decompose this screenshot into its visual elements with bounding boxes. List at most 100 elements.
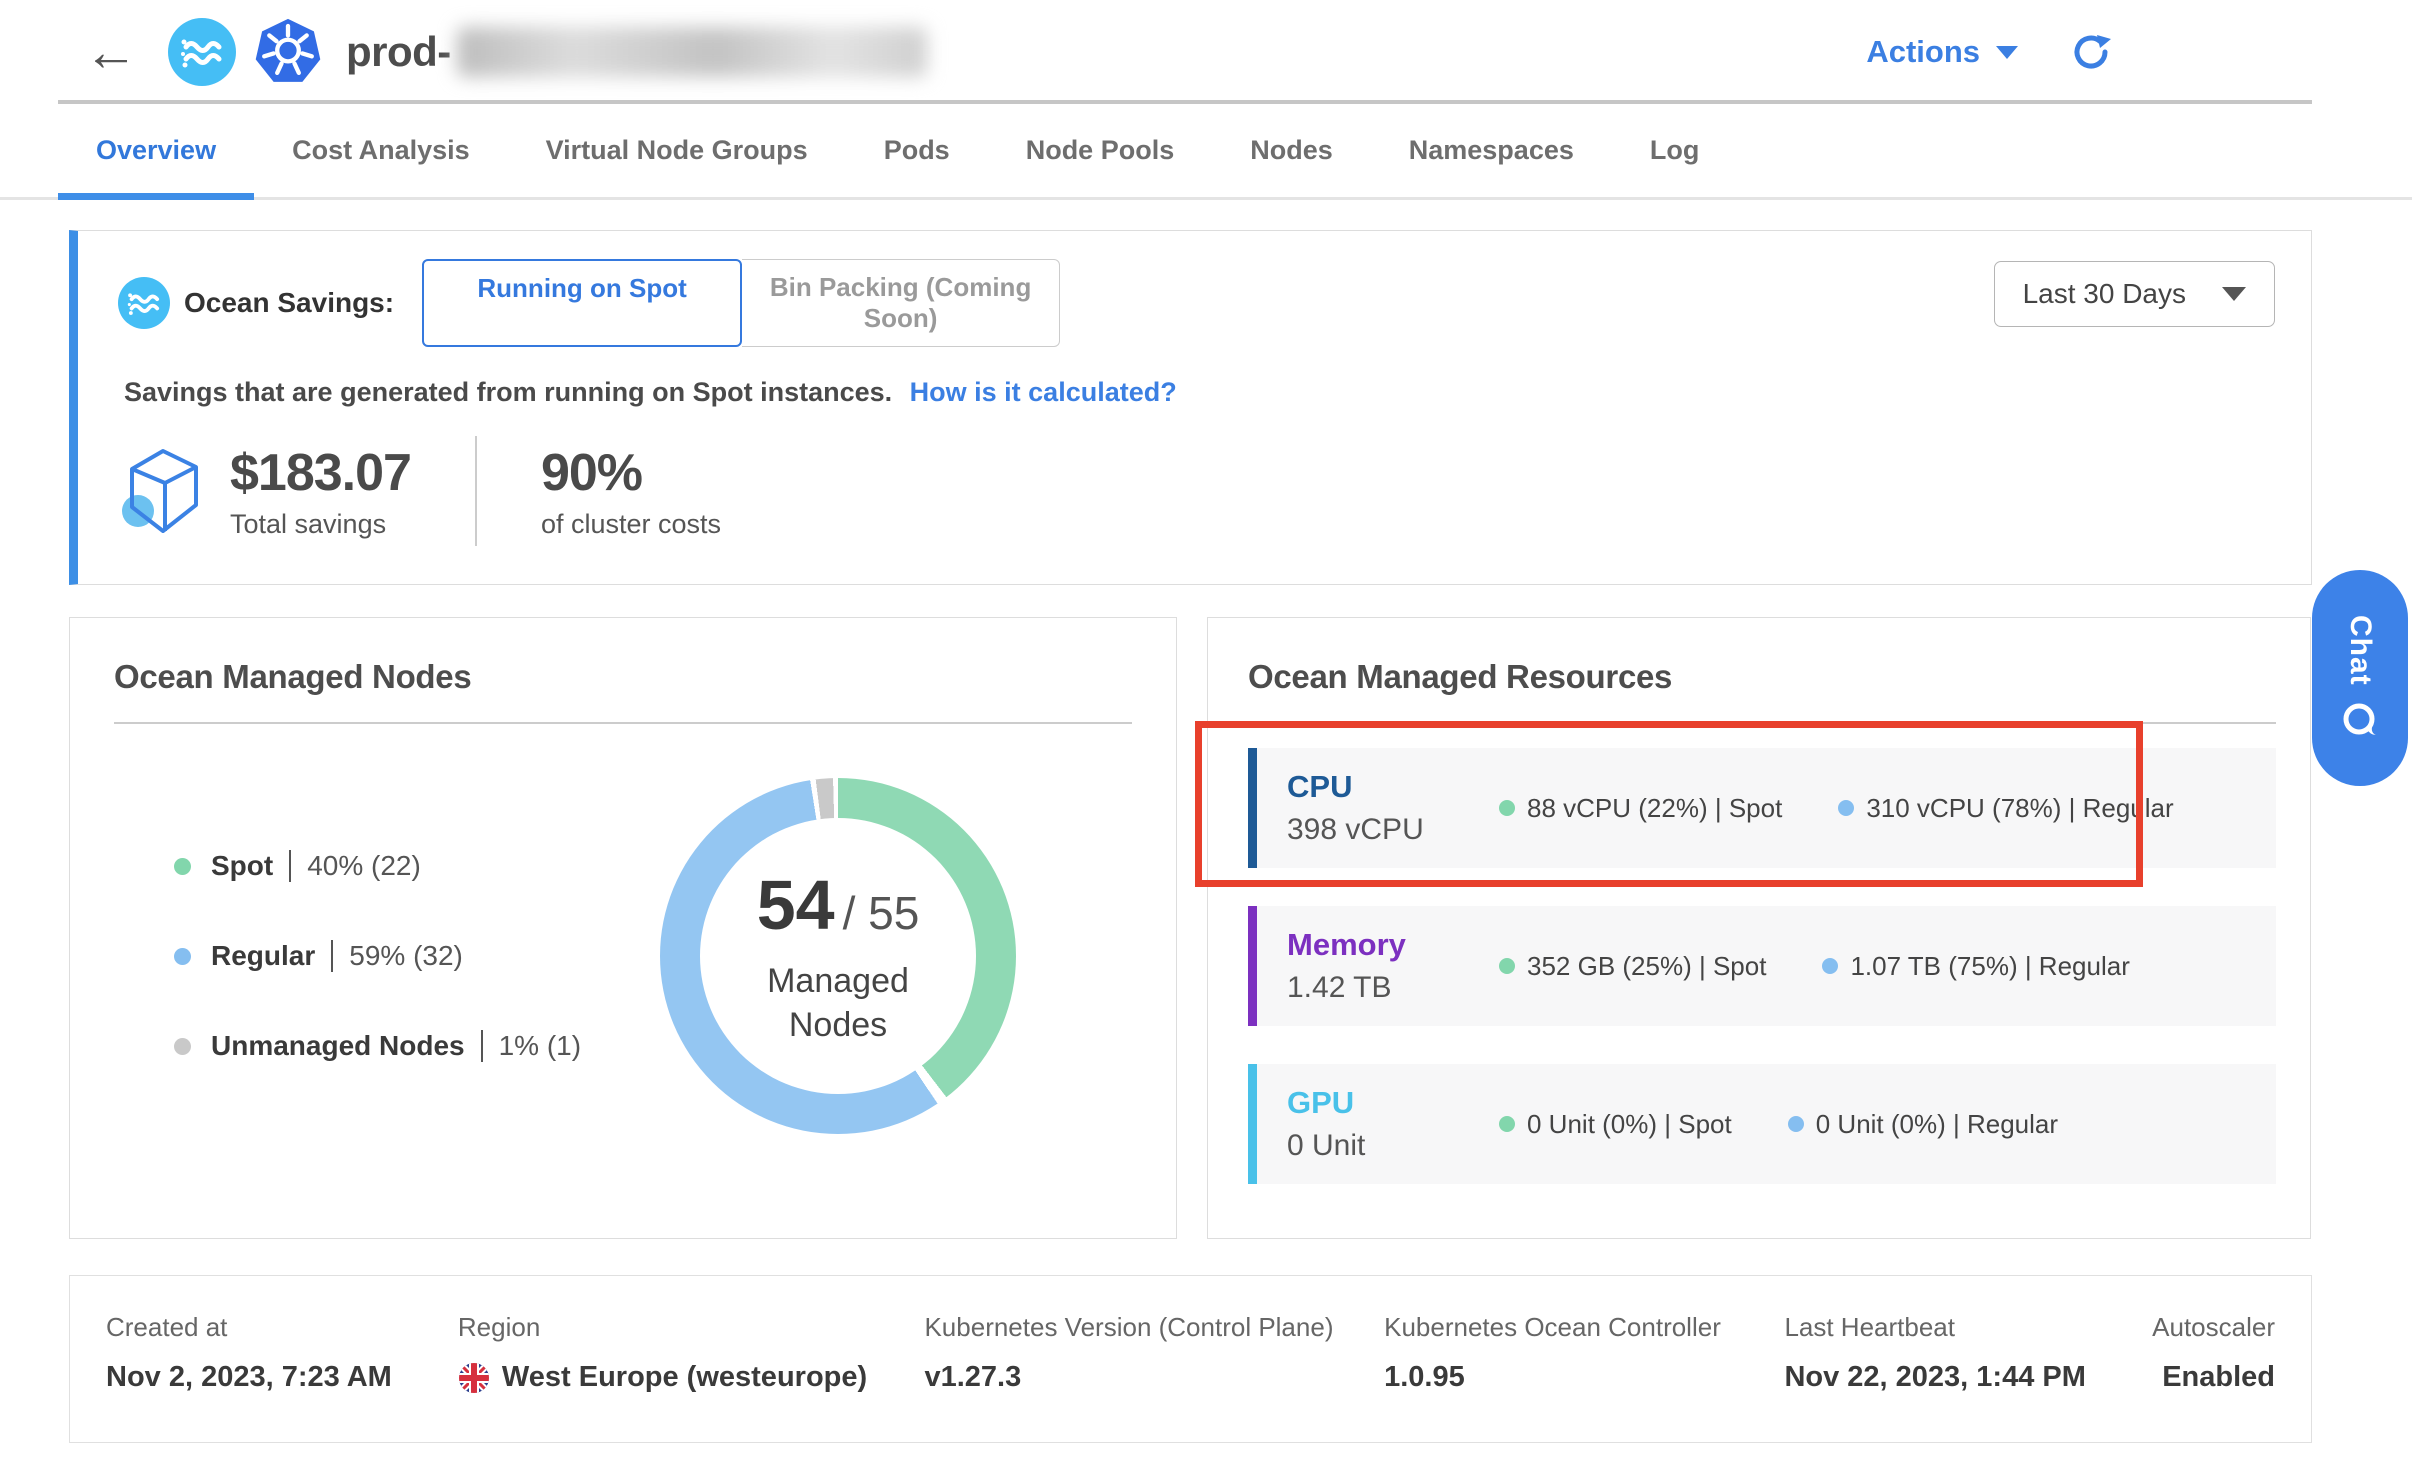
gpu-total: 0 Unit [1287, 1129, 1499, 1163]
legend-value: 40% (22) [289, 850, 421, 882]
resource-row-gpu: GPU 0 Unit 0 Unit (0%) | Spot 0 Unit (0%… [1248, 1064, 2276, 1184]
info-last-heartbeat: Last Heartbeat Nov 22, 2023, 1:44 PM [1784, 1312, 2152, 1394]
legend-item-unmanaged: Unmanaged Nodes 1% (1) [174, 1030, 581, 1062]
memory-total: 1.42 TB [1287, 971, 1499, 1005]
info-label: Autoscaler [2152, 1312, 2275, 1343]
legend-value: 1% (1) [481, 1030, 581, 1062]
how-calculated-link[interactable]: How is it calculated? [910, 377, 1177, 407]
legend-item-spot: Spot 40% (22) [174, 850, 581, 882]
spot-dot-icon [1499, 800, 1515, 816]
legend-value: 59% (32) [331, 940, 463, 972]
info-label: Kubernetes Version (Control Plane) [924, 1312, 1384, 1343]
period-dropdown-value: Last 30 Days [2023, 278, 2186, 310]
ocean-logo-icon [168, 18, 236, 86]
memory-regular-metric: 1.07 TB (75%) | Regular [1822, 951, 2129, 982]
spot-dot-icon [174, 858, 191, 875]
ocean-savings-panel: Ocean Savings: Running on Spot Bin Packi… [69, 230, 2312, 585]
info-label: Kubernetes Ocean Controller [1384, 1312, 1784, 1343]
refresh-icon[interactable] [2070, 31, 2112, 73]
cluster-info-bar: Created at Nov 2, 2023, 7:23 AM Region W… [69, 1275, 2312, 1443]
tab-node-pools[interactable]: Node Pools [988, 104, 1213, 197]
cluster-cost-caption: of cluster costs [541, 509, 721, 540]
cluster-cost-stat: 90% of cluster costs [541, 443, 721, 540]
regular-dot-icon [1838, 800, 1854, 816]
info-value: Enabled [2152, 1361, 2275, 1394]
tab-bar: Overview Cost Analysis Virtual Node Grou… [0, 104, 2412, 200]
info-value: Nov 22, 2023, 1:44 PM [1784, 1361, 2152, 1394]
donut-caption: Managed Nodes [723, 959, 953, 1047]
cluster-cost-value: 90% [541, 443, 721, 503]
memory-regular-value: 1.07 TB (75%) | Regular [1850, 951, 2129, 982]
tab-log[interactable]: Log [1612, 104, 1737, 197]
legend-label: Spot [211, 850, 273, 882]
gpu-regular-metric: 0 Unit (0%) | Regular [1788, 1109, 2058, 1140]
chat-label: Chat [2343, 615, 2377, 686]
total-savings-value: $183.07 [230, 443, 411, 503]
cpu-total: 398 vCPU [1287, 813, 1499, 847]
regular-dot-icon [174, 948, 191, 965]
total-count: / 55 [843, 886, 920, 940]
tab-virtual-node-groups[interactable]: Virtual Node Groups [508, 104, 846, 197]
tab-cost-analysis[interactable]: Cost Analysis [254, 104, 508, 197]
memory-label: Memory [1287, 927, 1499, 963]
bin-packing-toggle[interactable]: Bin Packing (Coming Soon) [742, 259, 1060, 347]
info-created-at: Created at Nov 2, 2023, 7:23 AM [106, 1312, 458, 1394]
card-divider [1248, 722, 2276, 724]
info-region: Region West Europe (westeurope) [458, 1312, 925, 1394]
cpu-label: CPU [1287, 769, 1499, 805]
uk-flag-icon [458, 1362, 490, 1394]
total-savings-caption: Total savings [230, 509, 411, 540]
spot-dot-icon [1499, 958, 1515, 974]
memory-spot-metric: 352 GB (25%) | Spot [1499, 951, 1766, 982]
gpu-label: GPU [1287, 1085, 1499, 1121]
gpu-spot-value: 0 Unit (0%) | Spot [1527, 1109, 1732, 1140]
info-label: Last Heartbeat [1784, 1312, 2152, 1343]
chat-bubble-icon [2340, 701, 2380, 741]
info-autoscaler: Autoscaler Enabled [2152, 1312, 2275, 1394]
tab-overview[interactable]: Overview [58, 104, 254, 197]
legend-label: Regular [211, 940, 315, 972]
legend-label: Unmanaged Nodes [211, 1030, 465, 1062]
page-title: prod- [346, 27, 927, 77]
ocean-savings-icon [118, 277, 170, 329]
back-arrow-icon[interactable]: ← [84, 25, 138, 79]
cluster-name-prefix: prod- [346, 28, 451, 76]
savings-cube-icon [120, 445, 206, 537]
ocean-savings-label: Ocean Savings: [184, 287, 394, 319]
total-savings-stat: $183.07 Total savings [230, 443, 411, 540]
info-value: v1.27.3 [924, 1361, 1384, 1394]
cpu-regular-metric: 310 vCPU (78%) | Regular [1838, 793, 2173, 824]
period-dropdown[interactable]: Last 30 Days [1994, 261, 2275, 327]
cpu-spot-value: 88 vCPU (22%) | Spot [1527, 793, 1782, 824]
stat-divider [475, 436, 477, 546]
gpu-regular-value: 0 Unit (0%) | Regular [1816, 1109, 2058, 1140]
managed-count: 54 [757, 865, 835, 945]
resource-row-cpu: CPU 398 vCPU 88 vCPU (22%) | Spot 310 vC… [1248, 748, 2276, 868]
nodes-legend: Spot 40% (22) Regular 59% (32) Unmanaged… [174, 850, 581, 1062]
running-on-spot-toggle[interactable]: Running on Spot [422, 259, 742, 347]
tab-pods[interactable]: Pods [846, 104, 988, 197]
chevron-down-icon [1996, 46, 2018, 59]
tab-nodes[interactable]: Nodes [1212, 104, 1371, 197]
info-label: Created at [106, 1312, 458, 1343]
legend-item-regular: Regular 59% (32) [174, 940, 581, 972]
tab-namespaces[interactable]: Namespaces [1371, 104, 1612, 197]
ocean-managed-resources-card: Ocean Managed Resources CPU 398 vCPU 88 … [1207, 617, 2311, 1239]
regular-dot-icon [1788, 1116, 1804, 1132]
kubernetes-icon [252, 16, 324, 88]
ocean-managed-nodes-card: Ocean Managed Nodes Spot 40% (22) Regula… [69, 617, 1177, 1239]
actions-button[interactable]: Actions [1866, 34, 2018, 70]
cpu-spot-metric: 88 vCPU (22%) | Spot [1499, 793, 1782, 824]
resource-row-memory: Memory 1.42 TB 352 GB (25%) | Spot 1.07 … [1248, 906, 2276, 1026]
info-value: Nov 2, 2023, 7:23 AM [106, 1361, 458, 1394]
chat-button[interactable]: Chat [2312, 570, 2408, 786]
info-value: West Europe (westeurope) [502, 1361, 867, 1394]
unmanaged-dot-icon [174, 1038, 191, 1055]
cpu-regular-value: 310 vCPU (78%) | Regular [1866, 793, 2173, 824]
info-ocean-controller: Kubernetes Ocean Controller 1.0.95 [1384, 1312, 1784, 1394]
savings-description: Savings that are generated from running … [124, 377, 892, 407]
cluster-name-redacted [457, 27, 927, 77]
chevron-down-icon [2222, 287, 2246, 301]
regular-dot-icon [1822, 958, 1838, 974]
actions-label: Actions [1866, 34, 1980, 70]
